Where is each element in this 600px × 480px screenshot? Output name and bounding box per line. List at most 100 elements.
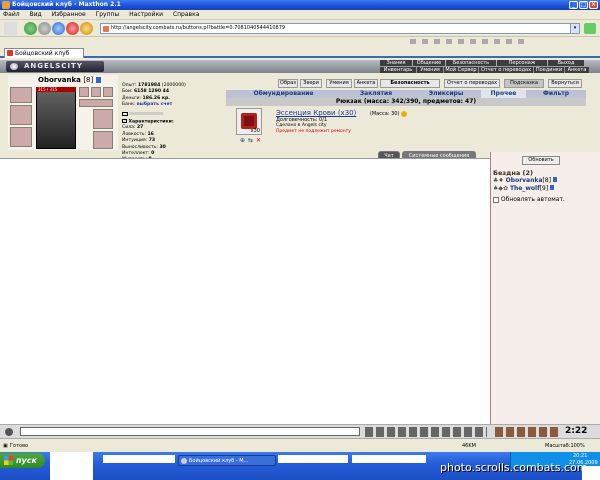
item-count: x30 — [250, 128, 260, 134]
item-apply-icon[interactable]: ⊕ — [240, 137, 245, 144]
status-zoom[interactable]: Масштаб:100% — [545, 439, 585, 453]
return-button[interactable]: Вернуться — [548, 79, 582, 88]
characteristics-header — [122, 111, 227, 119]
player-name[interactable]: The_wolf — [510, 185, 540, 192]
nav-transfer-report[interactable]: Отчет о переводах — [479, 67, 533, 73]
nav-knowledge[interactable]: Знания — [380, 60, 412, 66]
maximize-button[interactable]: □ — [579, 1, 588, 9]
menu-help[interactable]: Справка — [173, 11, 199, 18]
chat-toolbar-icons[interactable] — [365, 427, 487, 437]
menu-view[interactable]: Вид — [30, 11, 42, 18]
new-page-icon[interactable] — [4, 22, 17, 35]
home-icon[interactable] — [80, 22, 93, 35]
pets-button[interactable]: Звери — [300, 79, 322, 88]
address-dropdown-icon[interactable]: ▾ — [570, 24, 579, 33]
item-delete-icon[interactable]: ✕ — [256, 137, 261, 144]
tab-spells[interactable]: Заклятия — [341, 90, 411, 98]
menu-favorites[interactable]: Избранное — [52, 11, 86, 18]
hp-text: 315 / 315 — [38, 87, 58, 92]
security-button[interactable]: Безопасность — [380, 79, 440, 88]
info-icon[interactable] — [95, 77, 101, 83]
windows-logo-icon — [4, 456, 13, 465]
character-portrait — [36, 87, 76, 149]
taskbar-blank-3 — [278, 455, 348, 463]
armor-slot[interactable] — [10, 127, 32, 147]
stat-bank: Банк: выбрать счет — [122, 102, 173, 108]
taskbar-blank-1 — [50, 452, 93, 480]
transfer-report-button[interactable]: Отчет о переводах — [444, 79, 500, 88]
skills-button[interactable]: Умения — [326, 79, 352, 88]
favicon-icon — [103, 26, 109, 32]
character-level: [8] — [83, 76, 94, 84]
ring-slot-1[interactable] — [79, 87, 89, 97]
nav-communication[interactable]: Общение — [413, 60, 445, 66]
item-info-icon[interactable] — [401, 110, 407, 117]
back-icon[interactable] — [24, 22, 37, 35]
browser-tab[interactable]: Бойцовский клуб — [4, 48, 84, 58]
nav-character[interactable]: Персонаж — [497, 60, 547, 66]
refresh-button[interactable]: Обновить — [522, 156, 560, 165]
taskbar-blank-2 — [103, 455, 175, 463]
tab-filter[interactable]: Фильтр — [526, 90, 586, 98]
profile-button[interactable]: Анкета — [354, 79, 378, 88]
nav-profile[interactable]: Анкета — [565, 67, 589, 73]
game-header: ANGELSCITY Знания Общение Безопасность П… — [0, 60, 600, 73]
collapse-icon[interactable] — [122, 111, 128, 116]
gloves-slot[interactable] — [79, 99, 113, 107]
links-toolbar — [0, 37, 600, 47]
image-button[interactable]: Образ — [278, 79, 298, 88]
menu-file[interactable]: Файл — [3, 11, 20, 18]
helmet-slot[interactable] — [10, 87, 32, 103]
refresh-icon[interactable] — [52, 22, 65, 35]
player-info-icon[interactable] — [552, 177, 557, 182]
bank-link[interactable]: выбрать счет — [137, 102, 172, 107]
auto-refresh-checkbox[interactable] — [493, 196, 499, 203]
character-panel: Oborvanka [8] 315 / 315 — [8, 75, 118, 150]
item-mass: (Масса: 30) — [369, 111, 400, 117]
links-bar-items — [410, 39, 530, 44]
minimize-button[interactable]: _ — [569, 1, 578, 9]
boots-slot[interactable] — [93, 131, 113, 149]
nav-my-server[interactable]: Мой Сервер — [444, 67, 478, 73]
stop-icon[interactable] — [66, 22, 79, 35]
ring-slot-3[interactable] — [103, 87, 113, 97]
go-icon[interactable] — [584, 23, 596, 34]
expand-icon[interactable] — [122, 118, 127, 123]
nav-skills[interactable]: Умения — [417, 67, 443, 73]
nav-inventory[interactable]: Инвентарь — [380, 67, 416, 73]
menu-settings[interactable]: Настройки — [129, 11, 163, 18]
item-image[interactable]: x30 — [236, 108, 262, 135]
hp-bar: 315 / 315 — [36, 87, 76, 92]
nav-duels[interactable]: Поединки — [534, 67, 564, 73]
tab-other[interactable]: Прочее — [481, 90, 526, 98]
hint-button[interactable]: Подсказка — [504, 79, 544, 88]
player-name[interactable]: Oborvanka — [506, 177, 543, 184]
player-row: ♠◆✿ The_wolf[9] — [493, 185, 555, 192]
character-name[interactable]: Oborvanka — [38, 76, 81, 84]
close-button[interactable]: × — [589, 1, 598, 9]
ring-slot-2[interactable] — [91, 87, 101, 97]
windows-taskbar: пуск Бойцовский клуб - M... 20:21 27.06.… — [0, 452, 600, 480]
item-transfer-icon[interactable]: ⇆ — [248, 137, 253, 144]
menu-groups[interactable]: Группы — [96, 11, 120, 18]
tab-elixirs[interactable]: Эликсиры — [411, 90, 481, 98]
nav-exit[interactable]: Выход — [548, 60, 584, 66]
player-icons: ♣♦ — [493, 177, 506, 184]
start-button[interactable]: пуск — [0, 453, 45, 468]
nav-security[interactable]: Безопасность — [446, 60, 496, 66]
tab-equipment[interactable]: Обмундирование — [226, 90, 341, 98]
status-bar: ▣ Готово 46KM Масштаб:100% — [0, 438, 600, 452]
auto-refresh-label: Обновлять автомат. — [500, 196, 565, 203]
taskbar-window-item[interactable]: Бойцовский клуб - M... — [178, 455, 276, 466]
address-bar[interactable]: http://angelscity.combats.ru/buttons.pl?… — [100, 23, 580, 34]
chat-mode-icon[interactable] — [5, 428, 13, 436]
item-name[interactable]: Эссенция Крови (x30) — [276, 109, 356, 117]
player-icons: ♠◆✿ — [493, 185, 510, 192]
forward-icon[interactable] — [38, 22, 51, 35]
chat-input[interactable] — [20, 427, 360, 436]
player-info-icon[interactable] — [550, 185, 555, 190]
emotion-icons[interactable] — [495, 427, 560, 437]
chat-area[interactable] — [0, 158, 490, 424]
weapon-left-slot[interactable] — [10, 105, 32, 125]
weapon-right-slot[interactable] — [93, 109, 113, 129]
